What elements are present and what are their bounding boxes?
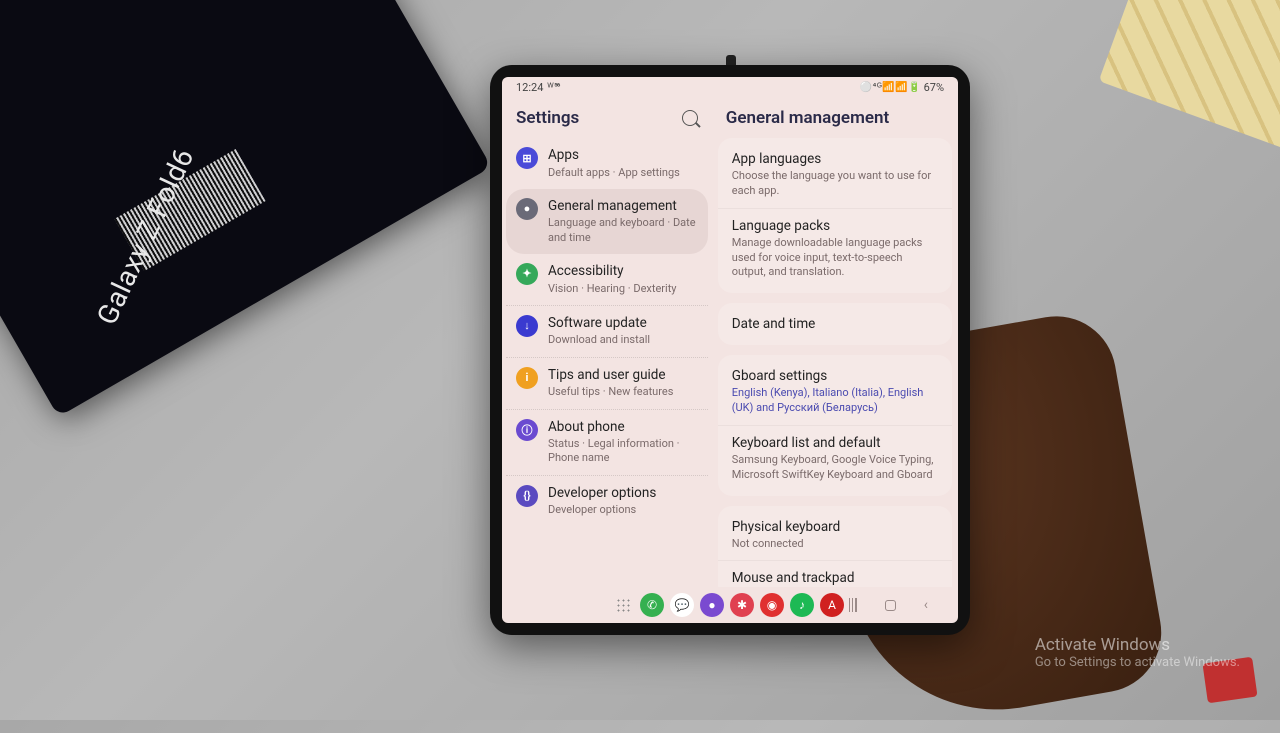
sidebar-item-label: Apps — [548, 147, 698, 165]
setting-title: Gboard settings — [732, 368, 938, 384]
dock-phone-icon[interactable]: ✆ — [640, 593, 664, 617]
setting-title: Keyboard list and default — [732, 435, 938, 451]
sidebar-item-sub: Download and install — [548, 333, 698, 347]
setting-mouse-trackpad[interactable]: Mouse and trackpad — [718, 560, 952, 587]
setting-gboard[interactable]: Gboard settings English (Kenya), Italiano… — [718, 359, 952, 425]
system-nav: ‹ — [849, 597, 928, 613]
settings-card: Physical keyboard Not connected Mouse and … — [718, 506, 952, 587]
setting-sub: Not connected — [732, 537, 938, 552]
accessibility-icon: ✦ — [516, 263, 538, 285]
recents-button[interactable] — [849, 598, 857, 612]
status-left-icons: ᵂ ⁵⁶ — [547, 82, 559, 93]
settings-card: Gboard settings English (Kenya), Italiano… — [718, 355, 952, 495]
developer-icon: {} — [516, 485, 538, 507]
dock-acrobat-icon[interactable]: A — [820, 593, 844, 617]
wooden-object — [1099, 0, 1280, 149]
setting-sub: English (Kenya), Italiano (Italia), Engl… — [732, 386, 938, 416]
setting-app-languages[interactable]: App languages Choose the language you wan… — [718, 142, 952, 208]
screen: 12:24 ᵂ ⁵⁶ ⚪ ⁴ ᴳ 📶 📶 🔋 67% Settings ⊞ App… — [502, 77, 958, 623]
settings-card: App languages Choose the language you wan… — [718, 138, 952, 293]
sidebar-item-accessibility[interactable]: ✦ AccessibilityVision · Hearing · Dexteri… — [506, 254, 708, 305]
device-frame: 12:24 ᵂ ⁵⁶ ⚪ ⁴ ᴳ 📶 📶 🔋 67% Settings ⊞ App… — [490, 65, 970, 635]
sidebar-item-sub: Status · Legal information · Phone name — [548, 437, 698, 466]
settings-card: Date and time — [718, 303, 952, 345]
sidebar-item-label: General management — [548, 198, 698, 216]
setting-physical-keyboard[interactable]: Physical keyboard Not connected — [718, 510, 952, 561]
sidebar-item-label: About phone — [548, 419, 698, 437]
sidebar-item-label: Software update — [548, 315, 698, 333]
dock-messages-icon[interactable]: 💬 — [670, 593, 694, 617]
about-icon: ⓘ — [516, 419, 538, 441]
settings-title: Settings — [516, 108, 579, 128]
sidebar-item-apps[interactable]: ⊞ AppsDefault apps · App settings — [506, 138, 708, 189]
search-icon[interactable] — [682, 110, 698, 126]
tips-icon: i — [516, 367, 538, 389]
apps-icon: ⊞ — [516, 147, 538, 169]
setting-title: App languages — [732, 151, 938, 167]
sidebar-item-label: Accessibility — [548, 263, 698, 281]
sidebar-item-tips[interactable]: i Tips and user guideUseful tips · New fe… — [506, 357, 708, 409]
setting-keyboard-list[interactable]: Keyboard list and default Samsung Keyboar… — [718, 425, 952, 492]
detail-panel: General management App languages Choose t… — [712, 96, 958, 587]
setting-title: Physical keyboard — [732, 519, 938, 535]
dock-app3-icon[interactable]: ● — [700, 593, 724, 617]
dock-app4-icon[interactable]: ✱ — [730, 593, 754, 617]
setting-title: Language packs — [732, 218, 938, 234]
setting-sub: Choose the language you want to use for … — [732, 169, 938, 199]
windows-watermark: Activate Windows Go to Settings to activ… — [1035, 635, 1240, 670]
setting-sub: Samsung Keyboard, Google Voice Typing, M… — [732, 453, 938, 483]
back-button[interactable]: ‹ — [924, 597, 928, 613]
setting-date-time[interactable]: Date and time — [718, 307, 952, 341]
sidebar-item-sub: Vision · Hearing · Dexterity — [548, 282, 698, 296]
setting-language-packs[interactable]: Language packs Manage downloadable langua… — [718, 208, 952, 290]
setting-sub: Manage downloadable language packs used … — [732, 236, 938, 281]
app-dock: ✆💬●✱◉♪A — [616, 593, 844, 617]
status-bar: 12:24 ᵂ ⁵⁶ ⚪ ⁴ ᴳ 📶 📶 🔋 67% — [502, 77, 958, 96]
dock-app5-icon[interactable]: ◉ — [760, 593, 784, 617]
sidebar-item-software-update[interactable]: ↓ Software updateDownload and install — [506, 305, 708, 357]
bottom-bar: ✆💬●✱◉♪A ‹ — [502, 587, 958, 623]
watermark-sub: Go to Settings to activate Windows. — [1035, 655, 1240, 670]
settings-sidebar: Settings ⊞ AppsDefault apps · App setting… — [502, 96, 712, 587]
status-right-icons: ⚪ ⁴ ᴳ 📶 📶 🔋 — [860, 82, 920, 93]
sidebar-item-about[interactable]: ⓘ About phoneStatus · Legal information ·… — [506, 409, 708, 475]
sidebar-item-label: Developer options — [548, 485, 698, 503]
setting-title: Date and time — [732, 316, 938, 332]
home-button[interactable] — [885, 600, 896, 611]
status-time: 12:24 — [516, 81, 543, 94]
detail-title: General management — [718, 102, 952, 138]
software-update-icon: ↓ — [516, 315, 538, 337]
sidebar-item-label: Tips and user guide — [548, 367, 698, 385]
setting-title: Mouse and trackpad — [732, 570, 938, 586]
sidebar-item-sub: Developer options — [548, 503, 698, 517]
sidebar-item-sub: Language and keyboard · Date and time — [548, 216, 698, 245]
sidebar-item-general[interactable]: ● General managementLanguage and keyboard… — [506, 189, 708, 254]
status-battery: 67% — [924, 81, 944, 94]
sidebar-item-developer[interactable]: {} Developer optionsDeveloper options — [506, 475, 708, 527]
sidebar-item-sub: Default apps · App settings — [548, 166, 698, 180]
app-drawer-icon[interactable] — [616, 598, 630, 612]
general-icon: ● — [516, 198, 538, 220]
dock-spotify-icon[interactable]: ♪ — [790, 593, 814, 617]
watermark-title: Activate Windows — [1035, 635, 1240, 655]
sidebar-item-sub: Useful tips · New features — [548, 385, 698, 399]
